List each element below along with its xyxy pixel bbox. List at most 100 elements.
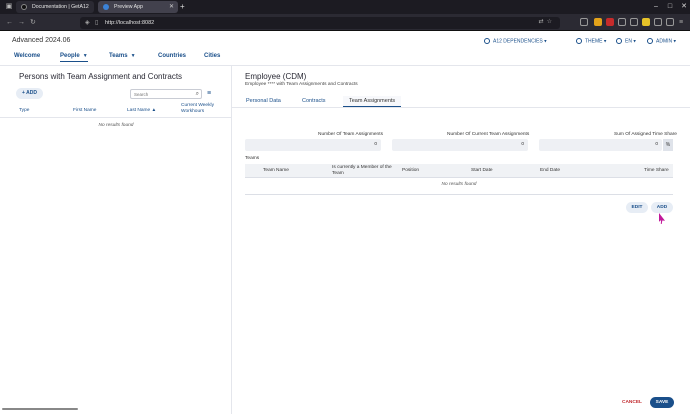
window-close-icon[interactable]: ✕ (677, 0, 690, 14)
extension-icon[interactable] (654, 18, 662, 26)
nav-label: Teams (109, 53, 128, 59)
field-label: Sum Of Assigned Time Share (614, 132, 677, 137)
search-icon[interactable]: ⌕ (196, 90, 199, 98)
browser-tab-documentation[interactable]: Documentation | GetA12 (16, 1, 94, 13)
extension-icon[interactable] (642, 18, 650, 26)
new-tab-icon[interactable]: + (180, 1, 185, 13)
language-label: EN (625, 38, 632, 45)
nav-countries[interactable]: Countries (158, 53, 186, 59)
column-last-name[interactable]: Last Name ▲ (127, 108, 156, 113)
url-text: http://localhost:8082 (105, 19, 155, 26)
forward-icon[interactable]: → (18, 17, 25, 28)
minimize-icon[interactable]: – (649, 0, 663, 14)
save-button[interactable]: SAVE (650, 397, 674, 408)
info-icon (484, 38, 490, 44)
extension-icon[interactable] (580, 18, 588, 26)
nav-cities[interactable]: Cities (204, 53, 220, 59)
chevron-down-icon: ▼ (130, 53, 136, 59)
nav-welcome[interactable]: Welcome (14, 53, 40, 59)
field-label: Number Of Team Assignments (318, 132, 383, 137)
language-menu[interactable]: EN ▾ (616, 38, 636, 44)
shield-icon: ◈ (85, 19, 90, 26)
column-weekly-workhours[interactable]: Current Weekly Workhours (181, 103, 229, 114)
tab-favicon-icon (21, 4, 27, 10)
window-menu-icon[interactable]: ▣ (4, 2, 14, 12)
number-of-current-team-assignments-field: 0 (392, 139, 528, 151)
column-position[interactable]: Position (402, 168, 419, 174)
column-type[interactable]: Type (19, 108, 29, 113)
globe-icon (616, 38, 622, 44)
chevron-down-icon: ▼ (82, 53, 88, 59)
mouse-cursor-icon (659, 213, 665, 224)
extension-icon[interactable] (666, 18, 674, 26)
column-team-name[interactable]: Team Name (263, 168, 289, 174)
browser-tab-preview-app[interactable]: Preview App ✕ (98, 1, 178, 13)
theme-menu[interactable]: THEME ▾ (576, 38, 606, 44)
extension-icon[interactable] (606, 18, 614, 26)
app-header: Advanced 2024.06 Welcome People ▼ Teams ▼ … (0, 31, 690, 66)
empty-message: No results found (98, 123, 134, 128)
field-label: Number Of Current Team Assignments (447, 132, 530, 137)
sum-of-assigned-time-share-field: 0 (539, 139, 662, 151)
number-of-team-assignments-field: 0 (245, 139, 381, 151)
tab-team-assignments[interactable]: Team Assignments (343, 96, 402, 107)
panel-title: Persons with Team Assignment and Contrac… (19, 72, 183, 81)
palette-icon (576, 38, 582, 44)
reload-icon[interactable]: ↻ (30, 17, 36, 28)
add-person-button[interactable]: + ADD (16, 88, 43, 99)
percent-unit: % (663, 139, 673, 151)
extension-icon[interactable] (594, 18, 602, 26)
back-icon[interactable]: ← (6, 17, 13, 28)
horizontal-scrollbar[interactable] (2, 408, 78, 410)
teams-section-label: Teams (245, 156, 260, 161)
nav-teams[interactable]: Teams ▼ (109, 53, 136, 59)
detail-tabs: Personal Data Contracts Team Assignments (232, 94, 690, 108)
cancel-button[interactable]: CANCEL (618, 397, 646, 408)
address-bar[interactable]: ◈ ▯ http://localhost:8082 ⇄☆ (80, 16, 560, 29)
dependencies-label: A12 DEPENDENCIES (493, 38, 543, 45)
theme-label: THEME (585, 38, 603, 45)
tab-contracts[interactable]: Contracts (296, 96, 332, 106)
extension-icon[interactable] (618, 18, 626, 26)
browser-toolbar: ← → ↻ ◈ ▯ http://localhost:8082 ⇄☆ ≡ (0, 14, 690, 31)
user-icon (647, 38, 653, 44)
translate-bookmark-icons[interactable]: ⇄☆ (539, 18, 555, 25)
edit-button[interactable]: EDIT (626, 202, 648, 213)
nav-label: Welcome (14, 53, 41, 59)
menu-icon[interactable]: ≡ (679, 17, 683, 28)
tab-personal-data[interactable]: Personal Data (240, 96, 287, 106)
filter-icon[interactable]: ≡ (207, 89, 211, 99)
search-box: ⌕ (130, 89, 202, 99)
close-icon[interactable]: ✕ (169, 1, 174, 13)
nav-label: People (60, 53, 80, 59)
nav-people[interactable]: People ▼ (60, 53, 88, 62)
user-menu[interactable]: ADMIN ▾ (647, 38, 676, 44)
teams-empty-message: No results found (441, 182, 477, 187)
tab-favicon-icon (103, 4, 109, 10)
tab-label: Preview App (114, 4, 143, 10)
user-label: ADMIN (656, 38, 673, 45)
column-time-share[interactable]: Time Share (644, 168, 669, 174)
detail-subtitle: Employee **** with Team Assignments and … (245, 82, 358, 87)
maximize-icon[interactable]: □ (663, 0, 677, 14)
extension-icon[interactable] (630, 18, 638, 26)
column-first-name[interactable]: First Name (73, 108, 96, 113)
nav-label: Cities (204, 53, 221, 59)
teams-table-header: Team Name Is currently a Member of the T… (245, 164, 673, 178)
page-info-icon: ▯ (95, 19, 99, 26)
detail-title: Employee (CDM) (245, 72, 307, 81)
app-title: Advanced 2024.06 (12, 37, 71, 44)
column-is-current-member[interactable]: Is currently a Member of the Team (332, 165, 392, 176)
column-start-date[interactable]: Start Date (471, 168, 493, 174)
table-header: Type First Name Last Name ▲ Current Week… (0, 102, 232, 118)
persons-list-panel: Persons with Team Assignment and Contrac… (0, 66, 232, 414)
nav-label: Countries (158, 53, 187, 59)
browser-tab-bar: ▣ Documentation | GetA12 Preview App ✕ +… (0, 0, 690, 14)
table-divider (245, 194, 673, 195)
add-team-assignment-button[interactable]: ADD (651, 202, 673, 213)
search-input[interactable] (131, 90, 191, 98)
column-end-date[interactable]: End Date (540, 168, 560, 174)
tab-label: Documentation | GetA12 (32, 4, 89, 10)
dependencies-menu[interactable]: A12 DEPENDENCIES ▾ (484, 38, 547, 44)
employee-detail-panel: Employee (CDM) Employee **** with Team A… (232, 66, 690, 414)
